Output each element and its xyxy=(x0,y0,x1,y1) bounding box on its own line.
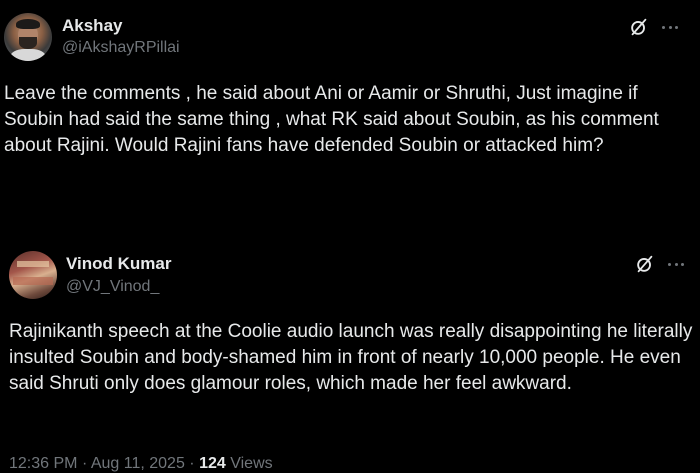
author-handle[interactable]: @iAkshayRPillai xyxy=(62,39,180,57)
more-icon[interactable] xyxy=(668,253,684,275)
main-post: Akshay @iAkshayRPillai Leave the comment… xyxy=(0,0,700,225)
author-handle[interactable]: @VJ_Vinod_ xyxy=(66,278,159,296)
more-dot xyxy=(681,262,684,266)
avatar-beard xyxy=(19,37,37,49)
post-time[interactable]: 12:36 PM xyxy=(9,455,77,472)
post-meta: 12:36 PM · Aug 11, 2025 · 124 Views xyxy=(9,455,273,473)
avatar[interactable] xyxy=(4,13,52,61)
meta-separator: · xyxy=(81,455,88,472)
more-icon[interactable] xyxy=(662,16,678,38)
grok-icon[interactable] xyxy=(634,253,656,275)
avatar-detail xyxy=(13,277,53,285)
grok-icon[interactable] xyxy=(628,16,650,38)
post-text: Leave the comments , he said about Ani o… xyxy=(4,83,659,156)
more-dot xyxy=(668,262,671,266)
avatar-shirt xyxy=(10,49,46,61)
more-dot xyxy=(674,262,678,266)
views-count: 124 xyxy=(199,455,226,472)
author-display-name[interactable]: Akshay xyxy=(62,16,122,36)
author-display-name[interactable]: Vinod Kumar xyxy=(66,254,171,274)
more-dot xyxy=(668,25,672,29)
avatar-detail xyxy=(17,261,49,267)
post-date[interactable]: Aug 11, 2025 xyxy=(91,455,185,472)
avatar[interactable] xyxy=(9,251,57,299)
avatar-hair xyxy=(16,19,40,29)
views-label: Views xyxy=(230,455,273,472)
post-text: Rajinikanth speech at the Coolie audio l… xyxy=(9,321,693,394)
more-dot xyxy=(662,25,665,29)
more-dot xyxy=(675,25,678,29)
meta-separator: · xyxy=(189,455,195,472)
quoted-post[interactable]: Vinod Kumar @VJ_Vinod_ Rajinikanth speec… xyxy=(0,240,700,472)
